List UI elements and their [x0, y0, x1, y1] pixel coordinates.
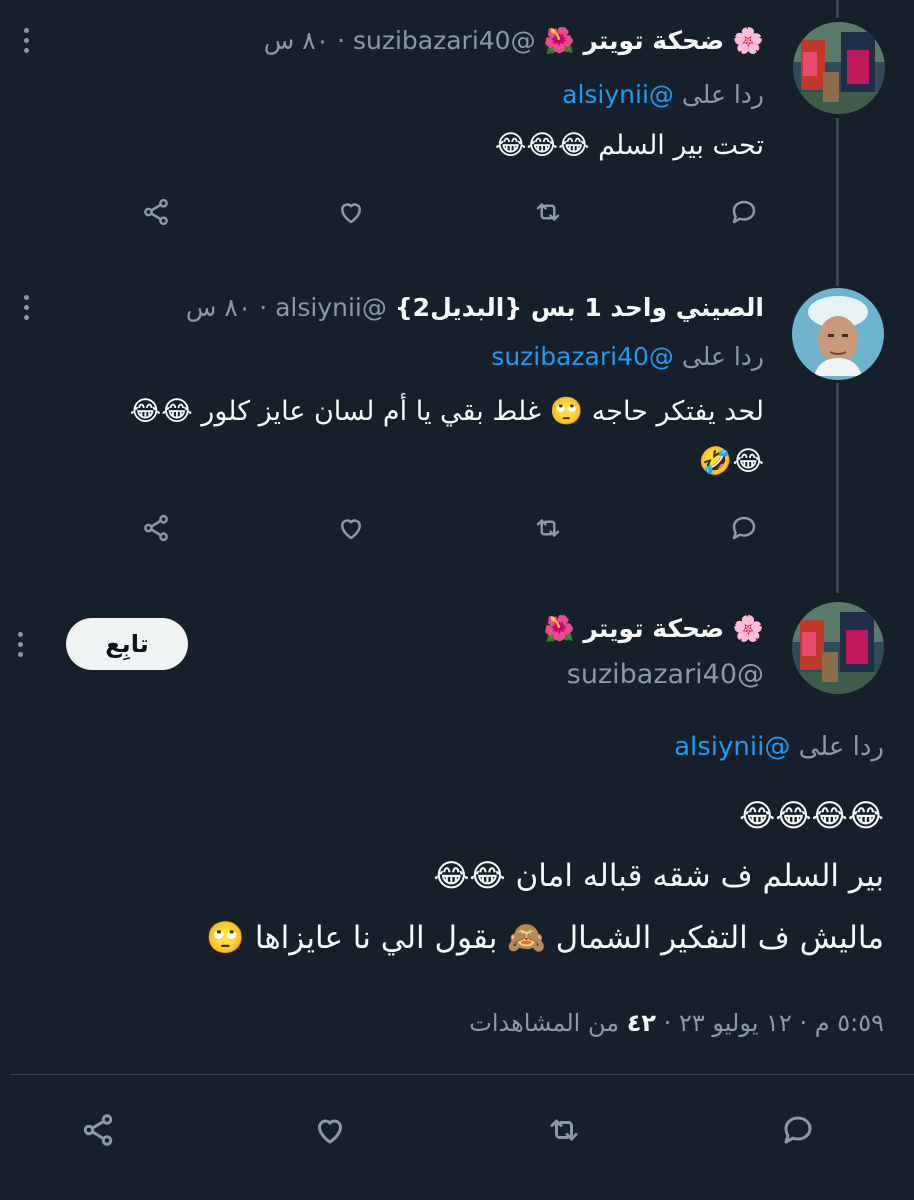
timestamp[interactable]: ٨٠ س — [264, 26, 329, 55]
avatar[interactable] — [792, 288, 884, 380]
handle[interactable]: @suzibazari40 — [353, 26, 536, 55]
retweet-button[interactable] — [540, 1106, 588, 1154]
tweet-actions — [0, 508, 914, 552]
reply-button[interactable] — [724, 192, 764, 232]
reply-icon — [784, 1116, 812, 1144]
tweet-handle-row: @suzibazari40 — [567, 658, 764, 692]
reply-context: ردا على @suzibazari40 — [491, 340, 764, 374]
avatar-painting-icon — [792, 602, 884, 694]
reply-prefix: ردا على — [798, 732, 884, 762]
views-count: ٤٢ — [626, 1009, 657, 1037]
avatar-man-icon — [792, 288, 884, 380]
more-options-button[interactable] — [16, 20, 36, 60]
views-label: من المشاهدات — [469, 1009, 620, 1037]
tweet-text: ماليش ف التفكير الشمال 🙈 بقول الي نا عاي… — [206, 920, 884, 956]
handle[interactable]: @alsiynii — [275, 293, 387, 322]
tweet-header: 🌸 ضحكة تويتر 🌺 @suzibazari40 · ٨٠ س — [263, 26, 764, 55]
retweet-icon — [536, 203, 560, 221]
avatar[interactable] — [792, 602, 884, 694]
reply-mention-link[interactable]: @alsiynii — [562, 80, 674, 109]
reply-button[interactable] — [774, 1106, 822, 1154]
tweet-text: لحد يفتكر حاجه 🙄 غلط بقي يا أم لسان عايز… — [129, 396, 764, 427]
thread-connector — [836, 0, 839, 18]
main-tweet-actions — [0, 1106, 914, 1150]
like-icon — [318, 1119, 342, 1144]
like-button[interactable] — [331, 192, 371, 232]
retweet-button[interactable] — [528, 508, 568, 548]
share-icon — [83, 1114, 113, 1146]
tweet-thread: 🌸 ضحكة تويتر 🌺 @suzibazari40 · ٨٠ س ردا … — [0, 0, 914, 1200]
tweet-text: بير السلم ف شقه قباله امان 😂😂 — [433, 858, 884, 894]
timestamp[interactable]: ٨٠ س — [186, 293, 251, 322]
like-icon — [341, 519, 361, 540]
tweet-header: 🌸 ضحكة تويتر 🌺 — [544, 612, 764, 646]
reply-prefix: ردا على — [681, 80, 764, 109]
divider — [10, 1074, 914, 1075]
retweet-icon — [550, 1119, 578, 1141]
handle[interactable]: @suzibazari40 — [567, 659, 764, 690]
tweet-actions — [0, 192, 914, 236]
reply-icon — [732, 516, 756, 540]
reply-button[interactable] — [724, 508, 764, 548]
tweet-header: الصيني واحد 1 بس {البديل2} @alsiynii · ٨… — [185, 293, 764, 322]
share-button[interactable] — [136, 508, 176, 548]
retweet-button[interactable] — [528, 192, 568, 232]
display-name[interactable]: الصيني واحد 1 بس {البديل2} — [395, 293, 764, 322]
reply-prefix: ردا على — [681, 342, 764, 371]
avatar-painting-icon — [793, 22, 885, 114]
reply-mention-link[interactable]: @alsiynii — [674, 732, 790, 762]
tweet-time[interactable]: ٥:٥٩ م — [815, 1009, 884, 1037]
display-name[interactable]: 🌸 ضحكة تويتر 🌺 — [544, 26, 764, 55]
reply-context: ردا على @alsiynii — [674, 730, 884, 764]
reply-context: ردا على @alsiynii — [562, 78, 764, 112]
like-icon — [341, 203, 361, 224]
like-button[interactable] — [331, 508, 371, 548]
tweet-text: 😂😂😂😂 — [739, 798, 884, 834]
reply-icon — [732, 200, 756, 224]
more-options-button[interactable] — [10, 624, 30, 664]
share-icon — [144, 198, 168, 226]
tweet-text: تحت بير السلم 😂😂😂 — [494, 130, 764, 161]
tweet-meta: ٥:٥٩ م · ١٢ يوليو ٢٣ · ٤٢ من المشاهدات — [469, 1009, 884, 1037]
tweet-text: 😂🤣 — [698, 446, 764, 477]
like-button[interactable] — [306, 1106, 354, 1154]
more-options-button[interactable] — [16, 287, 36, 327]
share-button[interactable] — [136, 192, 176, 232]
share-button[interactable] — [74, 1106, 122, 1154]
retweet-icon — [536, 519, 560, 537]
thread-connector — [836, 383, 839, 593]
display-name[interactable]: 🌸 ضحكة تويتر 🌺 — [544, 614, 764, 643]
avatar[interactable] — [793, 22, 885, 114]
reply-mention-link[interactable]: @suzibazari40 — [491, 342, 674, 371]
share-icon — [144, 514, 168, 542]
tweet-date[interactable]: ١٢ يوليو ٢٣ — [679, 1009, 792, 1037]
follow-button[interactable]: تابِع — [66, 618, 188, 670]
